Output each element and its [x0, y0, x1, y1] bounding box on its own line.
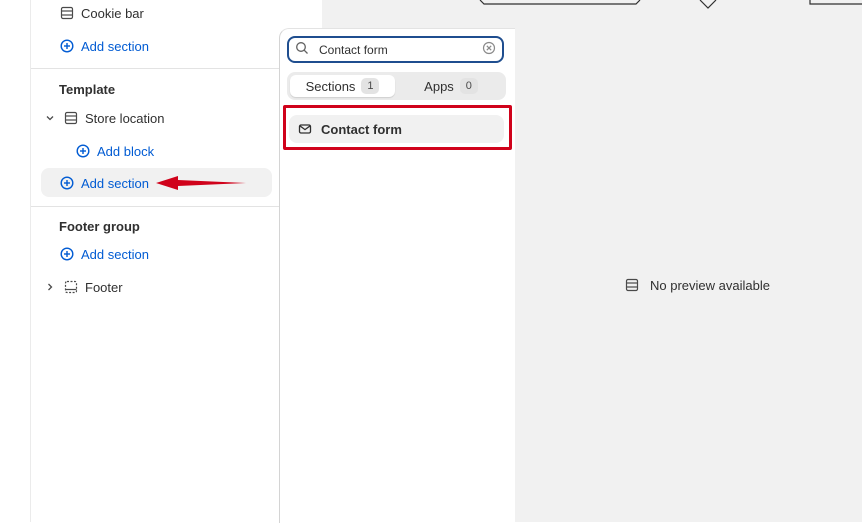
- sidebar-item-store-location[interactable]: Store location: [44, 105, 165, 131]
- left-gutter: [0, 0, 31, 522]
- sidebar-item-label: Cookie bar: [81, 5, 144, 21]
- tab-label: Apps: [424, 78, 454, 94]
- section-icon: [63, 110, 79, 126]
- add-section-label: Add section: [81, 175, 149, 191]
- tab-sections[interactable]: Sections 1: [290, 75, 395, 97]
- footer-section-icon: [63, 279, 79, 295]
- section-icon: [59, 5, 75, 21]
- sidebar: Cookie bar Add section Template Store lo…: [31, 0, 279, 522]
- sidebar-item-footer[interactable]: Footer: [44, 274, 123, 300]
- search-icon: [295, 41, 309, 58]
- search-input[interactable]: [309, 42, 482, 57]
- plus-circle-icon: [59, 38, 75, 54]
- sidebar-item-cookie-bar[interactable]: Cookie bar: [59, 0, 144, 26]
- result-item-label: Contact form: [321, 121, 402, 137]
- divider: [31, 68, 279, 69]
- count-badge: 0: [459, 78, 478, 94]
- add-section-button[interactable]: Add section: [59, 170, 149, 196]
- add-section-button[interactable]: Add section: [59, 241, 149, 267]
- template-group-title: Template: [59, 82, 116, 97]
- plus-circle-icon: [59, 246, 75, 262]
- plus-circle-icon: [75, 143, 91, 159]
- add-block-label: Add block: [97, 143, 155, 159]
- divider: [31, 206, 279, 207]
- add-section-popover: Sections 1 Apps 0 Contact form: [279, 28, 515, 523]
- no-preview-text: No preview available: [650, 277, 770, 293]
- footer-group-title: Footer group: [59, 219, 140, 234]
- add-section-button[interactable]: Add section: [59, 33, 149, 59]
- preview-canvas-top: [322, 0, 862, 28]
- plus-circle-icon: [59, 175, 75, 191]
- count-badge: 1: [361, 78, 380, 94]
- chevron-down-icon[interactable]: [44, 112, 56, 124]
- section-icon: [624, 277, 640, 293]
- add-section-label: Add section: [81, 38, 149, 54]
- search-field[interactable]: [287, 36, 504, 63]
- results-tabs: Sections 1 Apps 0: [287, 72, 506, 100]
- chevron-right-icon[interactable]: [44, 281, 56, 293]
- add-block-button[interactable]: Add block: [75, 138, 154, 164]
- sidebar-item-label: Footer: [85, 279, 123, 295]
- sidebar-item-label: Store location: [85, 110, 165, 126]
- preview-area: No preview available: [514, 28, 862, 522]
- tab-label: Sections: [305, 78, 356, 94]
- no-preview-message: No preview available: [624, 277, 770, 293]
- tab-apps[interactable]: Apps 0: [399, 75, 503, 97]
- envelope-icon: [297, 121, 313, 137]
- add-section-label: Add section: [81, 246, 149, 262]
- canvas-outline-shapes: [479, 0, 862, 9]
- clear-search-icon[interactable]: [482, 41, 496, 58]
- result-item-contact-form[interactable]: Contact form: [289, 115, 504, 143]
